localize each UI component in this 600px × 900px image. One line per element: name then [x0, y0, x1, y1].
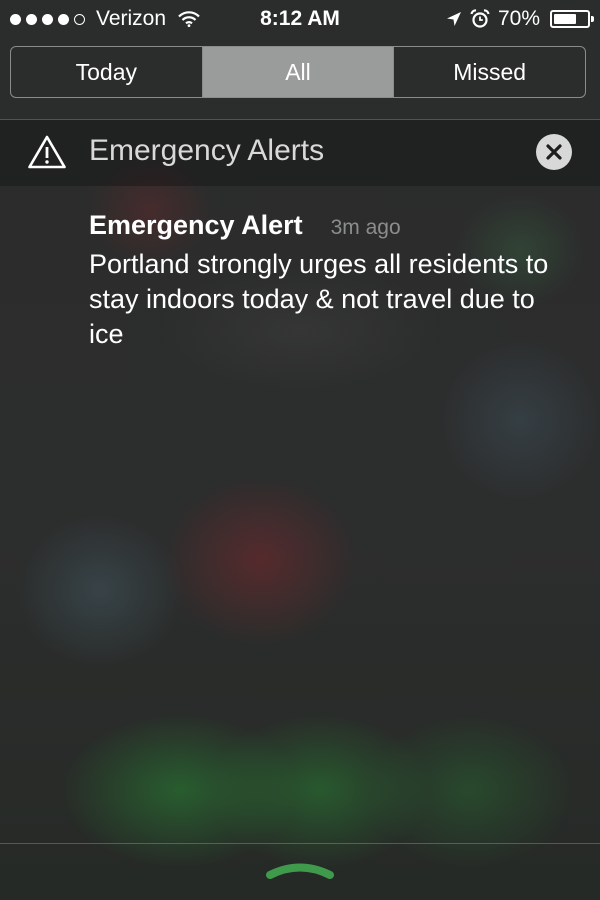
- section-header-emergency-alerts: Emergency Alerts: [0, 120, 600, 186]
- notification-header: Emergency Alert 3m ago: [89, 210, 569, 241]
- warning-triangle-icon: [28, 135, 66, 169]
- battery-cap: [591, 16, 594, 22]
- notification-filter-tabs: Today All Missed: [10, 46, 586, 98]
- clear-section-button[interactable]: [536, 134, 572, 170]
- alarm-clock-icon: [470, 9, 490, 28]
- battery-icon: [550, 10, 594, 28]
- tab-missed[interactable]: Missed: [393, 47, 585, 97]
- status-right: 70%: [446, 7, 594, 31]
- battery-percent: 70%: [497, 7, 540, 30]
- location-arrow-icon: [446, 12, 461, 26]
- notification-item[interactable]: Emergency Alert 3m ago Portland strongly…: [89, 210, 569, 352]
- bottom-divider: [0, 843, 600, 844]
- notification-title: Emergency Alert: [89, 210, 303, 240]
- tab-today[interactable]: Today: [11, 47, 202, 97]
- section-title: Emergency Alerts: [89, 134, 325, 167]
- notification-body: Portland strongly urges all residents to…: [89, 249, 549, 349]
- close-icon: [546, 144, 562, 160]
- notification-timestamp: 3m ago: [330, 216, 401, 239]
- tab-all[interactable]: All: [201, 47, 394, 97]
- grabber-handle-icon[interactable]: [264, 858, 336, 882]
- battery-level-fill: [554, 14, 576, 24]
- status-bar: Verizon 8:12 AM 70%: [0, 0, 600, 40]
